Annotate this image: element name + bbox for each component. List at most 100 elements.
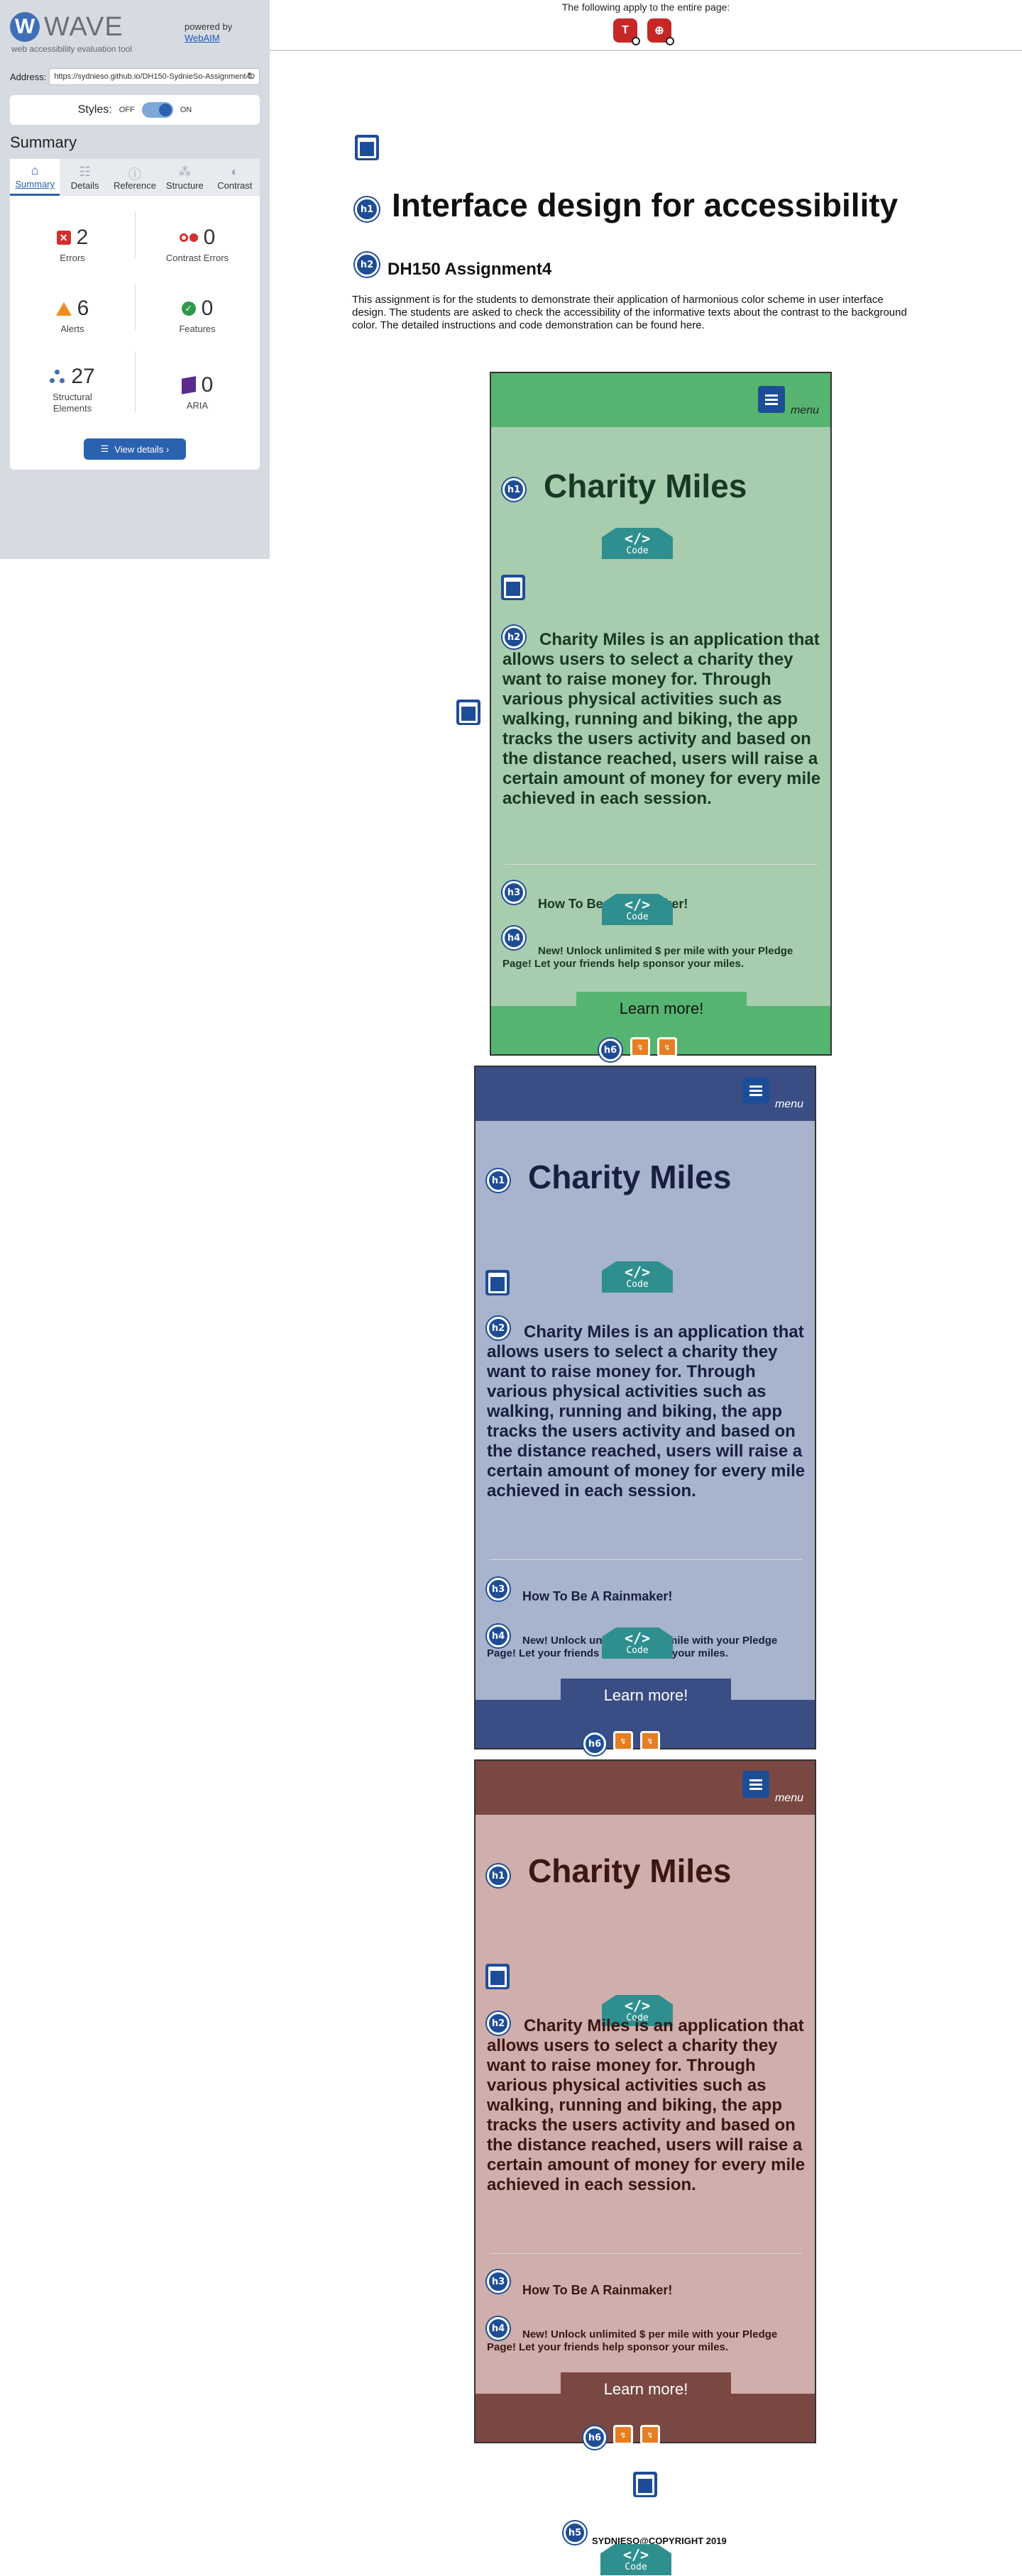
h2-icon[interactable]: h2 <box>355 253 379 277</box>
wave-brand: WAVE <box>44 11 123 42</box>
main-region-icon[interactable] <box>456 700 480 725</box>
navigation-icon[interactable] <box>742 1771 769 1798</box>
code-icon[interactable]: </> Code <box>602 894 673 925</box>
tab-summary[interactable]: ⌂ Summary <box>10 159 60 196</box>
redundant-link-icon[interactable]: ↯ <box>613 1731 633 1751</box>
rainmaker-heading: How To Be A Rainmaker! <box>522 1589 673 1603</box>
code-icon[interactable]: </> Code <box>602 1627 673 1659</box>
phone-mockup-blue: menu h1 Charity Miles </> Code h2 Charity… <box>474 1066 816 1755</box>
footer-region-icon[interactable] <box>633 2472 657 2497</box>
redundant-link-icon[interactable]: ↯ <box>640 1731 660 1751</box>
phone-header: menu <box>491 373 830 427</box>
phone-header: menu <box>476 1067 815 1121</box>
redundant-link-icon[interactable]: ↯ <box>657 1037 677 1057</box>
rainmaker-heading: How To Be A Rainmaker! <box>522 2283 673 2297</box>
stat-structural-elements[interactable]: 27 Structural Elements <box>10 365 135 414</box>
styles-toggle[interactable] <box>141 102 173 118</box>
missing-language-error-icon[interactable]: ⊕ <box>647 18 674 45</box>
styles-label: Styles: <box>77 104 112 116</box>
h3-icon[interactable]: h3 <box>487 1578 510 1601</box>
phone-mockup-red: menu h1 Charity Miles </> Code h2 Charity… <box>474 1759 816 2449</box>
h3-icon[interactable]: h3 <box>502 881 525 904</box>
learn-more-button[interactable]: Learn more! <box>561 1679 731 1713</box>
learn-more-button[interactable]: Learn more! <box>576 992 747 1026</box>
h6-icon[interactable]: h6 <box>599 1039 622 1061</box>
info-icon: ⓘ <box>128 167 142 182</box>
h5-icon[interactable]: h5 <box>564 2521 586 2544</box>
styles-toggle-row: Styles: OFF ON <box>10 95 260 125</box>
address-row: Address: https://sydnieso.github.io/DH15… <box>10 68 260 85</box>
summary-heading: Summary <box>10 133 77 151</box>
menu-link[interactable]: menu <box>775 1098 803 1111</box>
tab-reference[interactable]: ⓘ Reference <box>109 159 160 196</box>
list-icon: ☷ <box>79 164 91 179</box>
divider <box>490 1559 802 1560</box>
code-icon[interactable]: </> Code <box>600 2544 671 2575</box>
h6-icon[interactable]: h6 <box>583 2426 606 2449</box>
wave-logo: W WAVE <box>10 11 123 42</box>
menu-link[interactable]: menu <box>775 1792 803 1805</box>
region-icon[interactable] <box>485 1964 510 1989</box>
h3-icon[interactable]: h3 <box>487 2270 510 2293</box>
pledge-text: New! Unlock unlimited $ per mile with yo… <box>502 945 793 970</box>
redundant-link-icon[interactable]: ↯ <box>640 2425 660 2445</box>
phone-title: Charity Miles <box>544 468 747 504</box>
h1-icon[interactable]: h1 <box>355 197 379 221</box>
h1-icon[interactable]: h1 <box>487 1864 510 1887</box>
phone-mockup-green: menu h1 Charity Miles </> Code h2 Charity… <box>490 372 832 1061</box>
missing-title-error-icon[interactable]: T <box>613 18 640 45</box>
tab-structure[interactable]: ⁂ Structure <box>160 159 210 196</box>
styles-off-label: OFF <box>119 106 135 114</box>
wave-sidebar: W WAVE web accessibility evaluation tool… <box>0 0 270 559</box>
phone-description: Charity Miles is an application that all… <box>487 1322 806 1500</box>
code-icon[interactable]: </> Code <box>602 1261 673 1293</box>
webaim-link[interactable]: WebAIM <box>185 33 220 43</box>
menu-link[interactable]: menu <box>791 404 819 417</box>
divider <box>490 2253 802 2254</box>
feature-check-icon: ✓ <box>181 302 196 316</box>
styles-on-label: ON <box>180 106 192 114</box>
copyright-text: SYDNIESO@COPYRIGHT 2019 <box>592 2536 727 2546</box>
alert-icon <box>55 302 72 316</box>
refresh-icon[interactable]: ↻ <box>247 70 256 82</box>
aria-icon <box>181 376 196 394</box>
stat-alerts[interactable]: 6 Alerts <box>10 297 135 335</box>
h1-icon[interactable]: h1 <box>502 478 525 501</box>
error-icon: ✕ <box>56 231 71 245</box>
phone-title: Charity Miles <box>528 1852 732 1889</box>
phone-header: menu <box>476 1761 815 1815</box>
navigation-icon[interactable] <box>758 386 785 413</box>
structure-icon: ⁂ <box>178 164 192 179</box>
structure-icon <box>50 370 65 384</box>
phone-title: Charity Miles <box>528 1159 732 1195</box>
header-region-icon[interactable] <box>355 135 379 160</box>
view-details-button[interactable]: ☰ View details › <box>84 438 186 460</box>
stat-errors[interactable]: ✕ 2 Errors <box>10 226 135 264</box>
code-icon[interactable]: </> Code <box>602 528 673 559</box>
address-label: Address: <box>10 71 47 82</box>
powered-by: powered by WebAIM <box>185 21 232 44</box>
redundant-link-icon[interactable]: ↯ <box>613 2425 633 2445</box>
stat-contrast-errors[interactable]: 0 Contrast Errors <box>135 226 260 264</box>
phone-description: Charity Miles is an application that all… <box>487 2016 806 2194</box>
tab-contrast[interactable]: ◐ Contrast <box>209 159 260 196</box>
region-icon[interactable] <box>485 1270 510 1295</box>
tab-details[interactable]: ☷ Details <box>60 159 110 196</box>
navigation-icon[interactable] <box>742 1077 769 1104</box>
stat-features[interactable]: ✓ 0 Features <box>135 297 260 335</box>
page-title: Interface design for accessibility <box>392 187 899 223</box>
assignment-heading: DH150 Assignment4 <box>388 260 552 279</box>
contrast-error-icon <box>179 233 198 242</box>
redundant-link-icon[interactable]: ↯ <box>630 1037 650 1057</box>
page-level-icons-bar: The following apply to the entire page: … <box>270 0 1022 51</box>
phone-description: Charity Miles is an application that all… <box>502 630 821 808</box>
divider <box>505 864 818 865</box>
h6-icon[interactable]: h6 <box>583 1732 606 1755</box>
address-input[interactable]: https://sydnieso.github.io/DH150-SydnieS… <box>49 68 260 85</box>
page-level-note: The following apply to the entire page: <box>561 1 730 13</box>
wave-tagline: web accessibility evaluation tool <box>11 44 133 54</box>
region-icon[interactable] <box>501 575 525 600</box>
h1-icon[interactable]: h1 <box>487 1169 510 1192</box>
learn-more-button[interactable]: Learn more! <box>561 2372 731 2406</box>
stat-aria[interactable]: 0 ARIA <box>135 373 260 411</box>
